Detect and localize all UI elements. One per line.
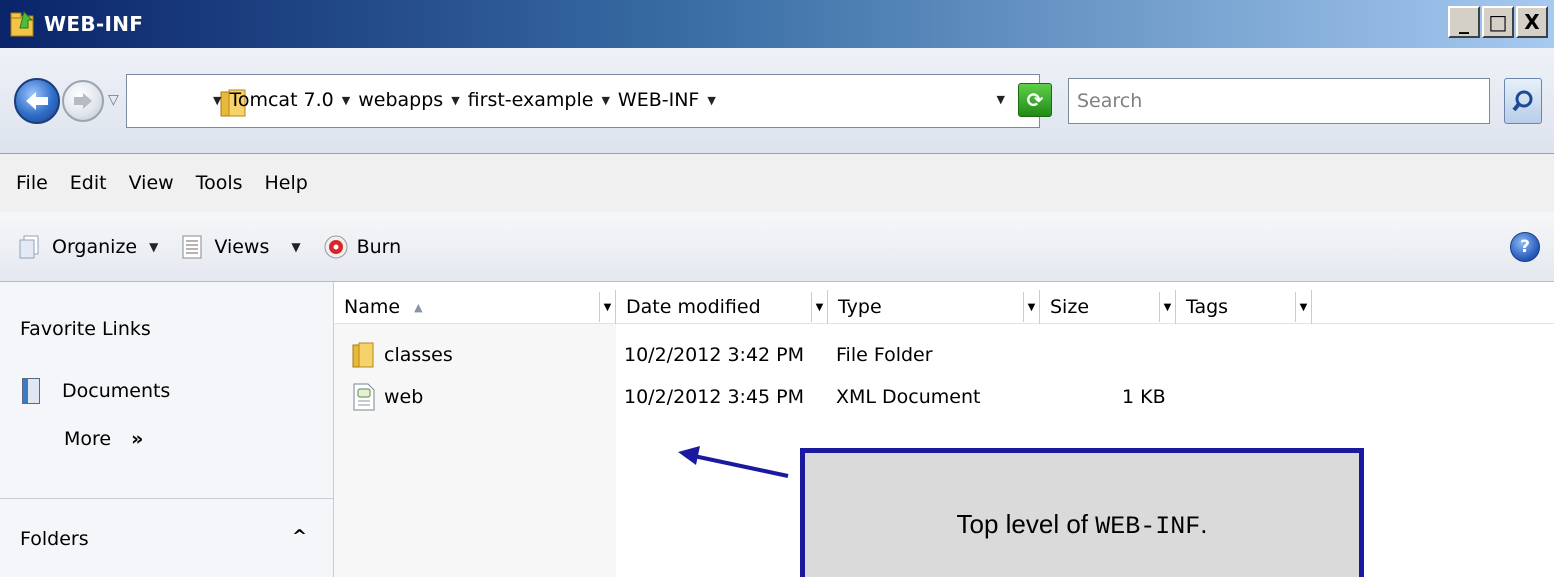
documents-icon bbox=[22, 378, 40, 404]
forward-button[interactable] bbox=[62, 80, 104, 122]
callout-code: WEB-INF bbox=[1095, 512, 1201, 541]
views-icon bbox=[180, 234, 204, 260]
menu-help[interactable]: Help bbox=[265, 172, 308, 194]
chevron-down-icon[interactable]: ▼ bbox=[1295, 292, 1311, 322]
address-box[interactable]: ▼ Tomcat 7.0 ▼ webapps ▼ first-example ▼… bbox=[126, 74, 1040, 128]
command-toolbar: Organize ▼ Views ▼ Burn ? bbox=[0, 212, 1554, 282]
search-input[interactable] bbox=[1069, 79, 1489, 123]
chevron-down-icon[interactable]: ▼ bbox=[1023, 292, 1039, 322]
breadcrumb-separator-icon[interactable]: ▼ bbox=[601, 94, 609, 107]
nav-more-link[interactable]: More » bbox=[64, 428, 143, 450]
breadcrumb-tomcat[interactable]: Tomcat 7.0 bbox=[229, 89, 333, 111]
sort-ascending-icon: ▲ bbox=[414, 300, 423, 314]
window-title: WEB-INF bbox=[44, 12, 144, 36]
column-headers: Name ▲ ▼ Date modified ▼ Type ▼ Size ▼ T… bbox=[334, 290, 1554, 324]
callout-text-before: Top level of bbox=[956, 509, 1096, 539]
callout-text: Top level of WEB-INF. bbox=[956, 509, 1207, 541]
search-field[interactable] bbox=[1068, 78, 1490, 124]
address-toolbar: ▽ ▼ Tomcat 7.0 ▼ webapps ▼ first-example… bbox=[0, 48, 1554, 154]
chevron-up-icon[interactable]: ^ bbox=[292, 526, 307, 547]
folder-icon bbox=[352, 341, 376, 369]
back-button[interactable] bbox=[14, 78, 60, 124]
title-bar: WEB-INF _ □ X bbox=[0, 0, 1554, 48]
organize-icon bbox=[18, 234, 42, 260]
column-header-date-label: Date modified bbox=[626, 296, 761, 318]
menu-view[interactable]: View bbox=[129, 172, 174, 194]
recent-pages-dropdown[interactable]: ▽ bbox=[108, 92, 119, 108]
nav-link-documents[interactable]: Documents bbox=[22, 378, 170, 404]
callout-text-after: . bbox=[1200, 509, 1208, 539]
breadcrumb-separator-icon[interactable]: ▼ bbox=[451, 94, 459, 107]
file-date: 10/2/2012 3:45 PM bbox=[624, 386, 805, 408]
search-button[interactable] bbox=[1504, 78, 1542, 124]
column-header-name[interactable]: Name ▲ ▼ bbox=[334, 290, 616, 324]
organize-label: Organize bbox=[52, 235, 138, 258]
menu-file[interactable]: File bbox=[16, 172, 48, 194]
minimize-button[interactable]: _ bbox=[1448, 6, 1480, 38]
burn-disc-icon bbox=[323, 234, 348, 260]
maximize-button[interactable]: □ bbox=[1482, 6, 1514, 38]
column-header-tags-label: Tags bbox=[1186, 296, 1229, 318]
search-icon bbox=[1512, 90, 1533, 112]
callout-box: Top level of WEB-INF. bbox=[800, 448, 1364, 577]
file-name: classes bbox=[384, 344, 453, 366]
double-chevron-icon: » bbox=[131, 428, 144, 450]
file-size: 1 KB bbox=[1122, 386, 1166, 408]
folders-toggle[interactable]: Folders bbox=[20, 528, 89, 550]
burn-label: Burn bbox=[356, 235, 402, 258]
views-button[interactable]: Views ▼ bbox=[180, 234, 301, 260]
chevron-down-icon: ▼ bbox=[291, 239, 301, 254]
close-button[interactable]: X bbox=[1516, 6, 1548, 38]
menu-bar: File Edit View Tools Help bbox=[0, 154, 1554, 212]
column-header-type[interactable]: Type ▼ bbox=[828, 290, 1040, 324]
refresh-icon: ⟳ bbox=[1026, 88, 1044, 112]
file-type: File Folder bbox=[836, 344, 933, 366]
burn-button[interactable]: Burn bbox=[323, 234, 402, 260]
views-label: Views bbox=[214, 235, 270, 258]
nav-link-documents-label: Documents bbox=[62, 380, 171, 402]
menu-tools[interactable]: Tools bbox=[196, 172, 243, 194]
column-header-size[interactable]: Size ▼ bbox=[1040, 290, 1176, 324]
file-date: 10/2/2012 3:42 PM bbox=[624, 344, 805, 366]
file-type: XML Document bbox=[836, 386, 981, 408]
chevron-down-icon[interactable]: ▼ bbox=[1159, 292, 1175, 322]
organize-button[interactable]: Organize ▼ bbox=[18, 234, 158, 260]
chevron-down-icon[interactable]: ▼ bbox=[811, 292, 827, 322]
xml-file-icon bbox=[352, 383, 376, 411]
address-history-dropdown[interactable]: ▼ bbox=[997, 93, 1005, 106]
column-header-type-label: Type bbox=[838, 296, 882, 318]
breadcrumb-separator-icon[interactable]: ▼ bbox=[342, 94, 350, 107]
column-header-tags[interactable]: Tags ▼ bbox=[1176, 290, 1312, 324]
favorite-links-heading: Favorite Links bbox=[20, 318, 151, 340]
help-icon: ? bbox=[1520, 237, 1530, 257]
nav-more-label: More bbox=[64, 428, 112, 450]
breadcrumb-web-inf[interactable]: WEB-INF bbox=[618, 89, 699, 111]
back-arrow-icon bbox=[26, 92, 48, 110]
table-row[interactable]: classes 10/2/2012 3:42 PM File Folder bbox=[334, 338, 1554, 372]
folder-icon bbox=[10, 10, 36, 38]
forward-arrow-icon bbox=[74, 93, 92, 109]
chevron-down-icon[interactable]: ▼ bbox=[599, 292, 615, 322]
breadcrumb-first-example[interactable]: first-example bbox=[468, 89, 594, 111]
divider bbox=[0, 498, 334, 499]
breadcrumb-separator-icon[interactable]: ▼ bbox=[707, 94, 715, 107]
chevron-down-icon: ▼ bbox=[149, 239, 159, 254]
menu-edit[interactable]: Edit bbox=[70, 172, 107, 194]
column-header-name-label: Name bbox=[344, 296, 401, 318]
column-header-date[interactable]: Date modified ▼ bbox=[616, 290, 828, 324]
help-button[interactable]: ? bbox=[1510, 232, 1540, 262]
breadcrumb-webapps[interactable]: webapps bbox=[358, 89, 443, 111]
file-name: web bbox=[384, 386, 424, 408]
table-row[interactable]: web 10/2/2012 3:45 PM XML Document 1 KB bbox=[334, 380, 1554, 414]
breadcrumb-separator-icon[interactable]: ▼ bbox=[213, 94, 221, 107]
refresh-button[interactable]: ⟳ bbox=[1018, 83, 1052, 117]
column-header-size-label: Size bbox=[1050, 296, 1090, 318]
navigation-pane: Favorite Links Documents More » Folders … bbox=[0, 282, 334, 577]
